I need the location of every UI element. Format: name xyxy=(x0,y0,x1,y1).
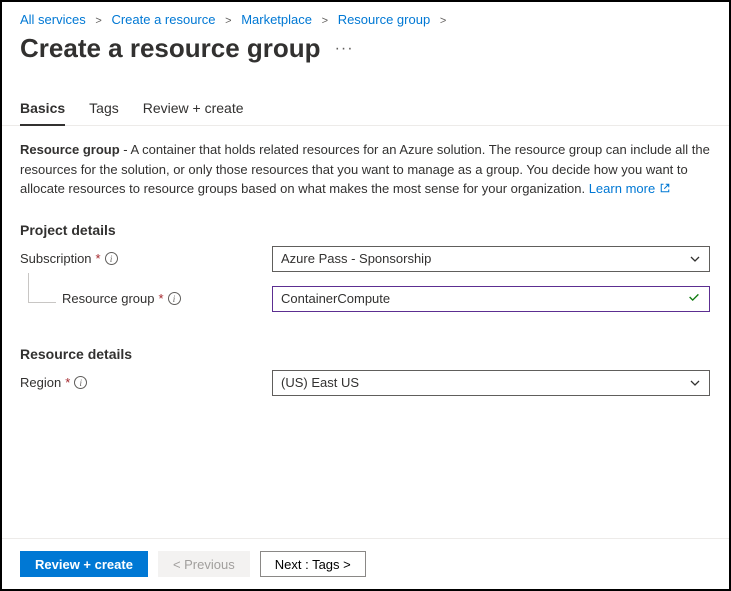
check-icon xyxy=(687,290,701,307)
more-actions-button[interactable]: ··· xyxy=(335,40,354,58)
tabs: Basics Tags Review + create xyxy=(2,100,729,126)
section-resource-details: Resource details xyxy=(20,346,711,362)
previous-button: < Previous xyxy=(158,551,250,577)
review-create-button[interactable]: Review + create xyxy=(20,551,148,577)
chevron-right-icon: > xyxy=(322,15,328,27)
chevron-right-icon: > xyxy=(225,15,231,27)
region-select[interactable]: (US) East US xyxy=(272,370,710,396)
tab-tags[interactable]: Tags xyxy=(89,100,119,126)
region-value: (US) East US xyxy=(281,375,359,390)
chevron-right-icon: > xyxy=(440,15,446,27)
info-icon[interactable]: i xyxy=(105,252,118,265)
required-asterisk: * xyxy=(65,375,70,390)
description-bold: Resource group xyxy=(20,142,120,157)
breadcrumb: All services > Create a resource > Marke… xyxy=(2,2,729,31)
region-label: Region * i xyxy=(20,375,272,390)
subscription-label: Subscription * i xyxy=(20,251,272,266)
breadcrumb-resource-group[interactable]: Resource group xyxy=(338,12,431,27)
external-link-icon xyxy=(659,180,671,200)
learn-more-link[interactable]: Learn more xyxy=(589,181,655,196)
chevron-down-icon xyxy=(689,253,701,265)
required-asterisk: * xyxy=(96,251,101,266)
footer: Review + create < Previous Next : Tags > xyxy=(2,538,729,589)
required-asterisk: * xyxy=(159,291,164,306)
breadcrumb-all-services[interactable]: All services xyxy=(20,12,86,27)
tab-review-create[interactable]: Review + create xyxy=(143,100,244,126)
subscription-select[interactable]: Azure Pass - Sponsorship xyxy=(272,246,710,272)
description-text: Resource group - A container that holds … xyxy=(20,140,711,200)
chevron-right-icon: > xyxy=(95,15,101,27)
resource-group-value: ContainerCompute xyxy=(281,291,390,306)
tab-basics[interactable]: Basics xyxy=(20,100,65,126)
info-icon[interactable]: i xyxy=(168,292,181,305)
chevron-down-icon xyxy=(689,377,701,389)
resource-group-input[interactable]: ContainerCompute xyxy=(272,286,710,312)
breadcrumb-create-resource[interactable]: Create a resource xyxy=(111,12,215,27)
tree-indent-line xyxy=(28,273,56,303)
section-project-details: Project details xyxy=(20,222,711,238)
subscription-value: Azure Pass - Sponsorship xyxy=(281,251,431,266)
info-icon[interactable]: i xyxy=(74,376,87,389)
next-button[interactable]: Next : Tags > xyxy=(260,551,366,577)
breadcrumb-marketplace[interactable]: Marketplace xyxy=(241,12,312,27)
page-title: Create a resource group xyxy=(20,33,321,64)
resource-group-label: Resource group * i xyxy=(62,291,181,306)
